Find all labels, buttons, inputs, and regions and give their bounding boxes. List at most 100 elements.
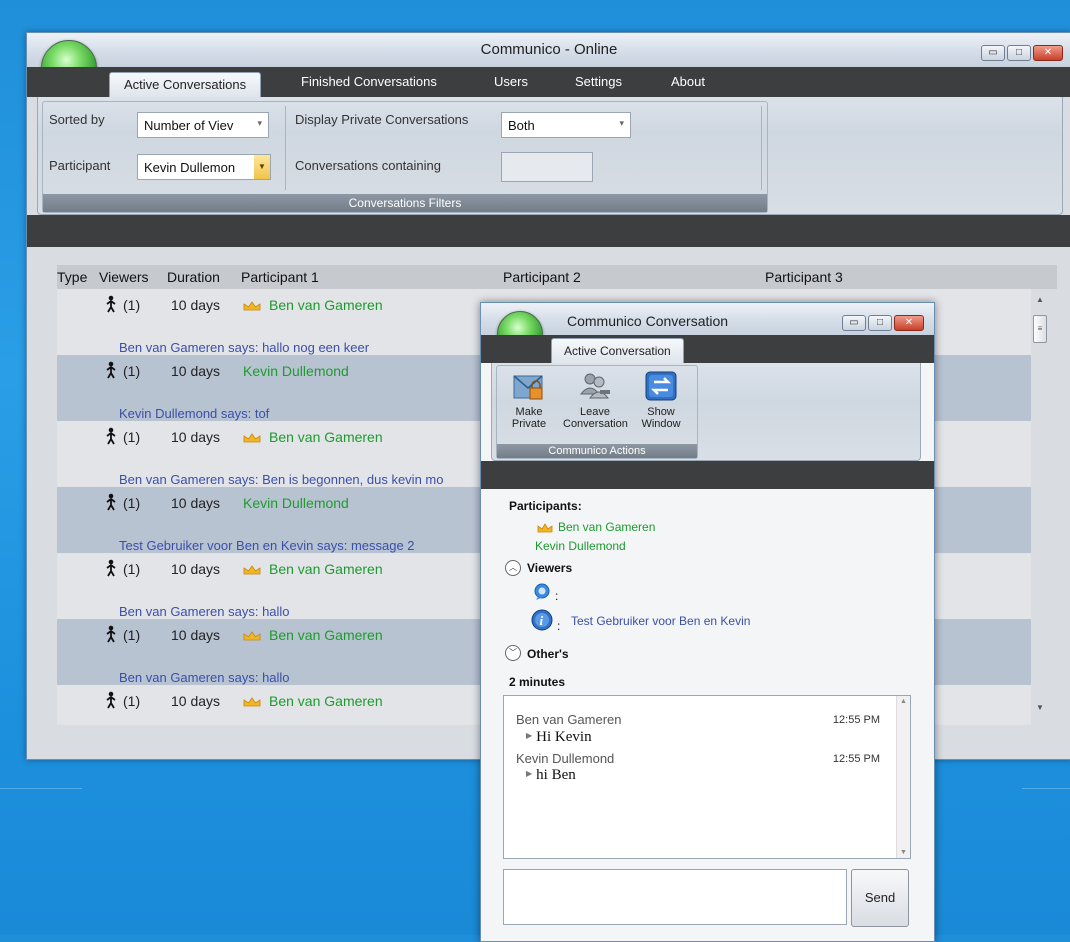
minimize-button[interactable]: ▭ xyxy=(981,45,1005,61)
column-header-participant-2[interactable]: Participant 2 xyxy=(503,269,581,285)
conversation-window: Communico Conversation ▭ □ ✕ Active Conv… xyxy=(480,302,935,942)
window-controls: ▭ □ ✕ xyxy=(842,315,924,331)
swap-window-icon xyxy=(644,370,678,402)
conversations-filters-group: Sorted by Number of Viev ▾ Participant K… xyxy=(42,101,768,213)
show-window-label-2: Window xyxy=(641,418,681,430)
scroll-down-icon[interactable]: ▼ xyxy=(900,849,907,856)
tab-about[interactable]: About xyxy=(671,74,705,89)
tab-active-conversation[interactable]: Active Conversation xyxy=(551,338,684,363)
column-header-participant-1[interactable]: Participant 1 xyxy=(241,269,319,285)
collapse-others-button[interactable]: ﹀ xyxy=(505,645,521,661)
maximize-button[interactable]: □ xyxy=(868,315,892,331)
triangle-right-icon: ▶ xyxy=(526,769,533,778)
send-button[interactable]: Send xyxy=(851,869,909,927)
duration-value: 10 days xyxy=(171,363,221,379)
title-bar[interactable]: Communico - Online ▭ □ ✕ xyxy=(27,33,1070,67)
chevron-up-icon: ︿ xyxy=(509,563,517,572)
participant-1-name[interactable]: Ben van Gameren xyxy=(269,627,383,643)
group-divider xyxy=(761,106,762,190)
group-caption: Communico Actions xyxy=(497,444,697,458)
duration-value: 10 days xyxy=(171,693,221,709)
info-icon: i xyxy=(531,609,553,631)
crown-icon xyxy=(537,523,553,533)
column-header-duration[interactable]: Duration xyxy=(167,269,220,285)
last-message: Ben van Gameren says: hallo nog een keer xyxy=(119,340,370,355)
participant-value: Kevin Dullemon xyxy=(144,160,236,175)
svg-text:i: i xyxy=(540,613,544,628)
show-window-label: Show xyxy=(647,406,675,418)
make-private-button[interactable]: Make Private xyxy=(497,370,561,430)
chevron-down-icon: ﹀ xyxy=(509,648,517,657)
display-private-label: Display Private Conversations xyxy=(295,112,469,127)
collapse-viewers-button[interactable]: ︿ xyxy=(505,560,521,576)
chat-history[interactable]: Ben van Gameren 12:55 PM ▶ Hi Kevin Kevin… xyxy=(503,695,911,859)
sorted-by-value: Number of Viev xyxy=(144,118,234,133)
desktop-line xyxy=(1022,788,1070,789)
participant-label: Participant xyxy=(49,158,111,173)
leave-conversation-label-2: Conversation xyxy=(563,418,628,430)
filter-ribbon: Sorted by Number of Viev ▾ Participant K… xyxy=(37,97,1063,215)
close-button[interactable]: ✕ xyxy=(894,315,924,331)
tab-users[interactable]: Users xyxy=(494,74,528,89)
viewers-count: (1) xyxy=(123,363,141,379)
crown-icon xyxy=(243,629,261,641)
containing-input[interactable] xyxy=(501,152,593,182)
person-type-icon xyxy=(105,625,117,648)
participant-select[interactable]: Kevin Dullemon ▼ xyxy=(137,154,271,180)
viewer-colon: : xyxy=(555,589,559,603)
display-private-select[interactable]: Both ▾ xyxy=(501,112,631,138)
tab-finished-conversations[interactable]: Finished Conversations xyxy=(301,74,437,89)
viewer-colon: : xyxy=(557,619,561,633)
tab-active-conversations[interactable]: Active Conversations xyxy=(109,72,262,97)
scroll-down-icon[interactable]: ▼ xyxy=(1036,703,1044,712)
window-controls: ▭ □ ✕ xyxy=(981,45,1063,61)
participant-1-name[interactable]: Kevin Dullemond xyxy=(243,495,349,511)
chevron-down-icon: ▾ xyxy=(619,118,624,128)
conversation-window-title: Communico Conversation xyxy=(567,313,729,329)
participant-1-name[interactable]: Ben van Gameren xyxy=(269,693,383,709)
chat-scrollbar[interactable]: ▲ ▼ xyxy=(896,696,910,858)
duration-value: 10 days xyxy=(171,429,221,445)
grid-scrollbar[interactable]: ▲ ≡ ▼ xyxy=(1031,289,1049,725)
participant-1-name[interactable]: Ben van Gameren xyxy=(269,429,383,445)
viewers-label: Viewers xyxy=(527,561,573,575)
main-tab-bar: Active Conversations Finished Conversati… xyxy=(27,67,1070,97)
person-type-icon xyxy=(105,361,117,384)
last-message: Ben van Gameren says: hallo xyxy=(119,604,290,619)
person-type-icon xyxy=(105,427,117,450)
sorted-by-select[interactable]: Number of Viev ▾ xyxy=(137,112,269,138)
leave-conversation-button[interactable]: Leave Conversation xyxy=(563,370,628,430)
viewers-count: (1) xyxy=(123,627,141,643)
participant-1-name[interactable]: Ben van Gameren xyxy=(269,561,383,577)
person-type-icon xyxy=(105,493,117,516)
scroll-up-icon[interactable]: ▲ xyxy=(900,698,907,705)
participant-1-name[interactable]: Kevin Dullemond xyxy=(243,363,349,379)
tab-settings[interactable]: Settings xyxy=(575,74,622,89)
person-type-icon xyxy=(105,691,117,714)
message-input[interactable] xyxy=(503,869,847,925)
containing-label: Conversations containing xyxy=(295,158,441,173)
conversation-tab-bar: Active Conversation xyxy=(481,335,934,363)
scroll-thumb[interactable]: ≡ xyxy=(1033,315,1047,343)
message-sender: Kevin Dullemond xyxy=(516,751,615,766)
maximize-button[interactable]: □ xyxy=(1007,45,1031,61)
participant-name[interactable]: Kevin Dullemond xyxy=(535,539,626,553)
message-body: hi Ben xyxy=(536,767,576,783)
show-window-button[interactable]: Show Window xyxy=(629,370,693,430)
make-private-label: Make xyxy=(515,406,543,418)
message-time: 12:55 PM xyxy=(832,753,880,765)
viewer-name[interactable]: Test Gebruiker voor Ben en Kevin xyxy=(571,614,750,628)
participants-label: Participants: xyxy=(509,499,582,513)
chevron-down-icon: ▼ xyxy=(254,155,270,179)
crown-icon xyxy=(243,431,261,443)
minimize-button[interactable]: ▭ xyxy=(842,315,866,331)
conversation-title-bar[interactable]: Communico Conversation ▭ □ ✕ xyxy=(481,303,934,335)
scroll-up-icon[interactable]: ▲ xyxy=(1036,295,1044,304)
column-header-participant-3[interactable]: Participant 3 xyxy=(765,269,843,285)
column-header-viewers[interactable]: Viewers xyxy=(99,269,149,285)
close-button[interactable]: ✕ xyxy=(1033,45,1063,61)
leave-conversation-label: Leave xyxy=(580,406,610,418)
participant-1-name[interactable]: Ben van Gameren xyxy=(269,297,383,313)
column-header-type[interactable]: Type xyxy=(57,269,87,285)
participant-name[interactable]: Ben van Gameren xyxy=(558,520,655,534)
